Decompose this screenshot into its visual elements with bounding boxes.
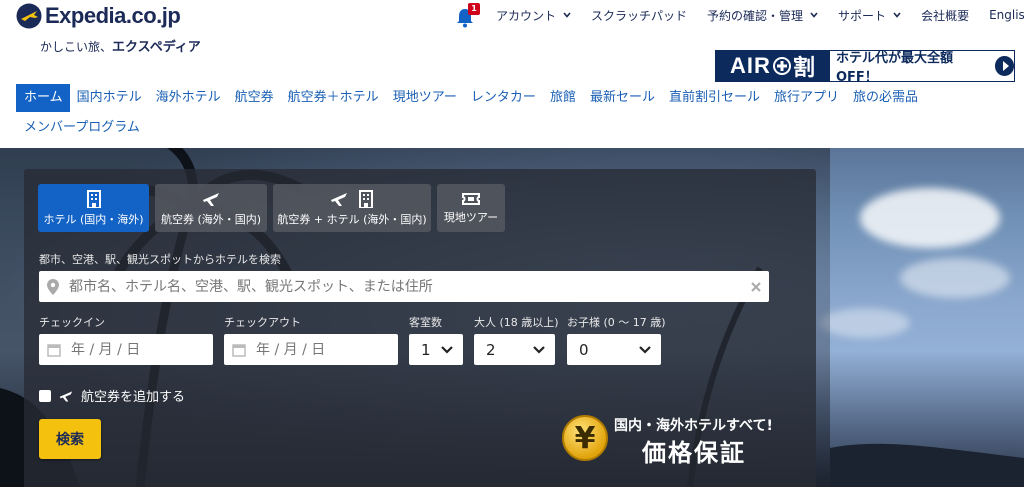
ad-brand-wari: 割 [792,55,816,80]
chevron-down-icon [563,12,571,18]
destination-label: 都市、空港、駅、観光スポットからホテルを検索 [39,253,281,266]
destination-input[interactable] [69,278,745,295]
tab-local-tours-label: 現地ツアー [443,210,499,224]
notification-bell[interactable]: 1 [456,3,480,28]
plane-icon [59,390,73,401]
topnav-bookings-label: 予約の確認・管理 [707,8,804,23]
rooms-value: 1 [421,340,431,359]
checkout-label: チェックアウト [224,316,301,329]
main-navigation: ホーム 国内ホテル 海外ホテル 航空券 航空券＋ホテル 現地ツアー レンタカー … [16,84,1016,142]
logo-wordmark: Expedia.co.jp [45,3,181,28]
plane-icon [331,192,347,206]
topnav-support-label: サポート [838,8,887,23]
children-value: 0 [579,340,589,359]
tab-flight-hotel-label: 航空券 + ホテル (海外・国内) [277,212,427,226]
globe-plane-icon [16,3,42,29]
chevron-down-icon [639,345,651,354]
nav-rental-car[interactable]: レンタカー [464,84,543,112]
ad-message: ホテル代が最大全額OFF！ [830,51,1014,85]
adults-label: 大人 (18 歳以上) [474,316,559,329]
plane-building-icon [330,189,374,211]
checkout-field[interactable] [224,334,398,365]
logo-tagline: かしこい旅、エクスペディア [40,36,201,55]
tab-flights-label: 航空券 (海外・国内) [160,212,262,226]
topnav-company[interactable]: 会社概要 [921,7,969,24]
guarantee-line-1: 国内・海外ホテルすべて! [614,418,773,434]
rooms-label: 客室数 [409,316,442,329]
ad-brand-text: AIR [730,53,771,78]
topnav-english[interactable]: English [989,8,1024,22]
destination-field[interactable] [39,271,769,302]
nav-latest-sale[interactable]: 最新セール [583,84,662,112]
nav-domestic-hotels[interactable]: 国内ホテル [70,84,149,112]
nav-travel-app[interactable]: 旅行アプリ [767,84,846,112]
ad-brand-block: AIR 割 [716,51,830,81]
main-nav-row-2: メンバープログラム [16,114,1016,142]
adults-select[interactable]: 2 [474,334,555,365]
nav-last-minute-sale[interactable]: 直前割引セール [662,84,767,112]
guarantee-line-2: 価格保証 [642,439,746,467]
tab-flight-hotel[interactable]: 航空券 + ホテル (海外・国内) [273,184,431,232]
add-flight-label: 航空券を追加する [81,390,186,405]
site-header: Expedia.co.jp かしこい旅、エクスペディア 1 アカウント スクラッ… [0,0,1024,148]
topnav-support[interactable]: サポート [838,7,901,24]
arrow-right-circle-icon [994,56,1014,76]
clear-icon[interactable] [751,281,761,292]
nav-local-tours[interactable]: 現地ツアー [386,84,464,112]
topnav-account[interactable]: アカウント [496,7,571,24]
price-guarantee-badge: ¥ 国内・海外ホテルすべて! 価格保証 [562,411,812,471]
nav-home[interactable]: ホーム [16,84,70,112]
topnav-scratchpad[interactable]: スクラッチパッド [591,7,687,24]
chevron-down-icon [810,12,818,18]
nav-ryokan[interactable]: 旅館 [543,84,583,112]
calendar-icon [232,343,246,357]
map-pin-icon [47,278,59,295]
add-flight-option[interactable]: 航空券を追加する [39,386,185,405]
chevron-down-icon [893,12,901,18]
search-button[interactable]: 検索 [39,419,101,459]
nav-flight-hotel[interactable]: 航空券＋ホテル [281,84,386,112]
checkin-label: チェックイン [39,316,105,329]
air-discount-ad-banner[interactable]: AIR 割 ホテル代が最大全額OFF！ [715,50,1015,85]
checkout-input[interactable] [256,341,390,358]
topnav-account-label: アカウント [496,8,557,23]
building-icon [86,189,101,208]
rooms-select[interactable]: 1 [409,334,463,365]
search-tabs: ホテル (国内・海外) 航空券 (海外・国内) 航空券 + ホテル (海外・国内… [38,184,511,232]
children-select[interactable]: 0 [567,334,661,365]
chevron-down-icon [533,345,545,354]
adults-value: 2 [486,340,496,359]
plus-circle-icon [772,57,791,75]
tab-local-tours[interactable]: 現地ツアー [437,184,505,232]
topnav-company-label: 会社概要 [921,8,970,23]
topnav-english-label: English [989,8,1024,22]
building-icon [359,189,373,208]
notification-count-badge: 1 [468,3,480,15]
calendar-icon [47,343,61,357]
tab-hotels[interactable]: ホテル (国内・海外) [38,184,149,232]
tab-hotels-label: ホテル (国内・海外) [43,212,144,226]
plane-icon [203,192,219,206]
children-label: お子様 (0 〜 17 歳) [567,316,666,329]
chevron-down-icon [441,345,453,354]
nav-member-program[interactable]: メンバープログラム [16,114,147,142]
add-flight-checkbox[interactable] [39,389,51,402]
logo-tagline-brand: エクスペディア [112,40,201,55]
checkin-input[interactable] [71,341,205,358]
nav-travel-essentials[interactable]: 旅の必需品 [846,84,925,112]
nav-flights[interactable]: 航空券 [228,84,281,112]
checkin-field[interactable] [39,334,213,365]
tab-flights[interactable]: 航空券 (海外・国内) [155,184,267,232]
logo-tagline-prefix: かしこい旅、 [40,40,113,54]
topnav-scratchpad-label: スクラッチパッド [591,8,688,23]
expedia-logo[interactable]: Expedia.co.jp かしこい旅、エクスペディア [16,2,216,55]
yen-coin-icon: ¥ [562,415,608,461]
topnav-bookings[interactable]: 予約の確認・管理 [707,7,818,24]
search-panel: ホテル (国内・海外) 航空券 (海外・国内) 航空券 + ホテル (海外・国内… [24,169,816,487]
ticket-icon [462,192,480,205]
nav-overseas-hotels[interactable]: 海外ホテル [149,84,228,112]
main-nav-row-1: ホーム 国内ホテル 海外ホテル 航空券 航空券＋ホテル 現地ツアー レンタカー … [16,84,1016,112]
top-utility-nav: 1 アカウント スクラッチパッド 予約の確認・管理 サポート 会社概要 Engl… [456,0,1024,30]
ad-message-text: ホテル代が最大全額OFF！ [836,51,954,85]
